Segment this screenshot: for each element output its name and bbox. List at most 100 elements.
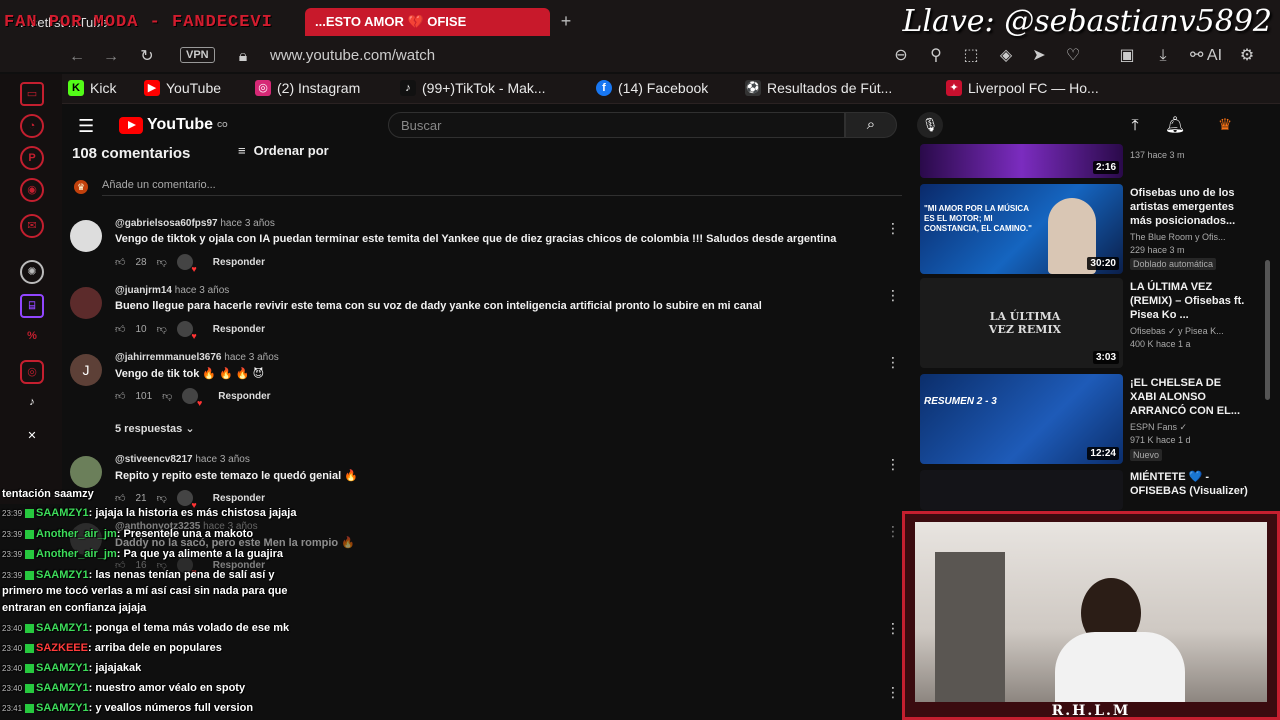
bookmark-facebook[interactable]: f (14) Facebook [596, 80, 708, 96]
comment-actions: 👍︎ 28 👎︎ Responder [115, 254, 265, 274]
vpn-button[interactable]: VPN [180, 47, 215, 63]
back-icon[interactable]: ← [66, 46, 88, 68]
openai-icon[interactable]: ✺ [20, 260, 44, 284]
bookmark-resultados[interactable]: ⚽ Resultados de Fút... [745, 80, 892, 96]
ai-button[interactable]: ⚯ AI [1186, 46, 1226, 66]
dislike-icon[interactable]: 👎︎ [157, 256, 167, 268]
avatar[interactable] [70, 287, 102, 319]
comment-time[interactable]: hace 3 años [195, 454, 250, 465]
dislike-icon[interactable]: 👎︎ [157, 323, 167, 335]
bookmark-label: Liverpool FC — Ho... [968, 80, 1099, 96]
chat-app-icon[interactable]: ◉ [20, 178, 44, 202]
more-options-icon[interactable]: ⋮ [886, 287, 900, 304]
pocket-icon[interactable]: ◈ [995, 46, 1017, 66]
forward-icon[interactable]: → [100, 46, 122, 68]
messenger-icon[interactable]: ✉ [20, 214, 44, 238]
reload-icon[interactable]: ↻ [136, 46, 158, 68]
video-duration: 2:16 [1092, 161, 1119, 174]
notifications-icon[interactable]: 🔔︎ [1164, 115, 1186, 137]
snapshot-icon[interactable]: ⬚ [960, 46, 982, 66]
menu-icon[interactable]: ☰ [78, 116, 98, 136]
lock-icon[interactable]: 🔒︎ [232, 46, 254, 68]
comment-time[interactable]: hace 3 años [175, 285, 230, 296]
extension-icon[interactable]: ▣ [1116, 46, 1138, 66]
like-icon[interactable]: 👍︎ [115, 390, 125, 402]
reply-button[interactable]: Responder [213, 324, 265, 335]
avatar: ♛ [74, 180, 88, 194]
bookmark-kick[interactable]: K Kick [68, 80, 116, 96]
background-shelf [935, 552, 1005, 702]
avatar[interactable] [70, 220, 102, 252]
video-thumbnail[interactable]: LA ÚLTIMA VEZ REMIX 3:03 [920, 278, 1123, 368]
upload-icon[interactable]: ⤒ [1124, 115, 1146, 137]
like-icon[interactable]: 👍︎ [115, 323, 125, 335]
video-thumbnail[interactable]: RESUMEN 2 - 3 12:24 [920, 374, 1123, 464]
comment-author[interactable]: @stiveencv8217 [115, 454, 193, 465]
like-icon[interactable]: 👍︎ [115, 256, 125, 268]
chat-message: 23:40 SAAMZY1: jajajakak [2, 662, 141, 674]
bookmark-instagram[interactable]: ◎ (2) Instagram [255, 80, 360, 96]
settings-icon[interactable]: ⚙ [1236, 46, 1258, 66]
microphone-icon[interactable]: 🎙︎ [917, 112, 943, 138]
chat-text: : jajaja la historia es más chistosa jaj… [88, 507, 297, 519]
video-badge: Nuevo [1130, 449, 1163, 461]
video-title: ¡EL CHELSEA DE XABI ALONSO ARRANCÓ CON E… [1130, 377, 1240, 417]
more-options-icon[interactable]: ⋮ [886, 523, 900, 540]
more-options-icon[interactable]: ⋮ [886, 620, 900, 637]
instagram-icon[interactable]: ◎ [20, 360, 44, 384]
search-icon[interactable]: ⌕ [845, 112, 897, 138]
replies-toggle[interactable]: 5 respuestas ⌄ [115, 422, 195, 435]
x-icon[interactable]: ✕ [20, 426, 44, 450]
app-icon[interactable]: ◔ [20, 114, 44, 138]
video-duration: 3:03 [1092, 351, 1119, 364]
tab-active[interactable]: ...ESTO AMOR 💔 OFISE [305, 8, 550, 36]
bookmark-label: (99+)TikTok - Mak... [422, 80, 546, 96]
more-options-icon[interactable]: ⋮ [886, 456, 900, 473]
pinterest-icon[interactable]: P [20, 146, 44, 170]
bookmark-youtube[interactable]: ▶ YouTube [144, 80, 221, 96]
sort-button[interactable]: ≡ Ordenar por [238, 143, 329, 158]
video-meta: 400 K hace 1 a [1130, 339, 1191, 349]
search-input[interactable]: Buscar [388, 112, 845, 138]
webcam-frame: R.H.L.M [902, 511, 1280, 720]
tiktok-icon[interactable]: ♪ [20, 392, 44, 416]
twitch-icon[interactable]: ⌸ [20, 294, 44, 318]
more-options-icon[interactable]: ⋮ [886, 684, 900, 701]
comment-time[interactable]: hace 3 años [220, 218, 275, 229]
dislike-icon[interactable]: 👎︎ [162, 390, 172, 402]
stream-overlay-title: FAN POR MODA - FANDECEVI [4, 13, 273, 32]
video-thumbnail[interactable] [920, 470, 1123, 510]
comment-author[interactable]: @jahirremmanuel3676 [115, 352, 221, 363]
heart-icon[interactable]: ♡ [1062, 46, 1084, 66]
pin-icon[interactable]: ⚲ [925, 46, 947, 66]
gamepad-icon[interactable]: ▭ [20, 82, 44, 106]
video-thumbnail[interactable]: 2:16 [920, 144, 1123, 178]
zoom-out-icon[interactable]: ⊖ [890, 46, 912, 66]
chat-message: 23:39 Another_air_jm: Pa que ya alimente … [2, 548, 283, 560]
reply-button[interactable]: Responder [218, 391, 270, 402]
youtube-logo[interactable]: YouTube CO [119, 116, 228, 134]
new-tab-button[interactable]: + [556, 10, 576, 32]
reply-button[interactable]: Responder [213, 257, 265, 268]
comment-actions: 👍︎ 10 👎︎ Responder [115, 321, 265, 341]
chat-message: 23:40 SAAMZY1: ponga el tema más volado d… [2, 622, 289, 634]
send-icon[interactable]: ➤ [1028, 46, 1050, 66]
avatar[interactable]: ♛ [1214, 115, 1236, 137]
bookmark-tiktok[interactable]: ♪ (99+)TikTok - Mak... [400, 80, 546, 96]
scrollbar[interactable] [1265, 260, 1270, 400]
comment-author[interactable]: @juanjrm14 [115, 285, 172, 296]
video-thumbnail[interactable]: "MI AMOR POR LA MÚSICA ES EL MOTOR; MI C… [920, 184, 1123, 274]
kick-badge-icon [25, 643, 35, 653]
more-options-icon[interactable]: ⋮ [886, 220, 900, 237]
avatar[interactable]: J [70, 354, 102, 386]
bookmark-liverpool[interactable]: ✦ Liverpool FC — Ho... [946, 80, 1099, 96]
download-icon[interactable]: ⤓ [1152, 46, 1174, 66]
more-options-icon[interactable]: ⋮ [886, 354, 900, 371]
add-comment-input[interactable]: Añade un comentario... [102, 179, 902, 196]
kick-badge-icon [25, 508, 35, 518]
avatar[interactable] [70, 456, 102, 488]
comment-author[interactable]: @gabrielsosa60fps97 [115, 218, 218, 229]
percent-icon[interactable]: % [20, 326, 44, 350]
comment-time[interactable]: hace 3 años [224, 352, 279, 363]
url-field[interactable]: www.youtube.com/watch [270, 47, 435, 64]
